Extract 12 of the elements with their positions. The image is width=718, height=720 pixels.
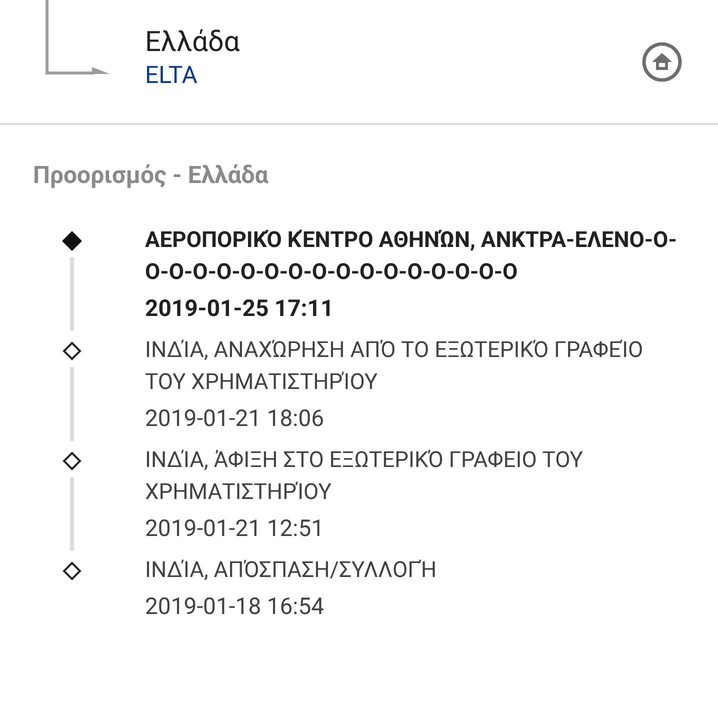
event-description: ΙΝΔΊΑ, ΑΝΑΧΏΡΗΣΗ ΑΠΌ ΤΟ ΕΞΩΤΕΡΙΚΌ ΓΡΑΦΕΊΟ ΤΟΥ ΧΡΗΜΑΤΙΣΤΗΡΊΟΥ [145,337,644,397]
event-description: ΑΕΡΟΠΟΡΙΚΌ ΚΈΝΤΡΟ ΑΘΗΝΏΝ, ΑΝΚΤΡΑ-ΕΛΕΝΟ-Ο-Ο-Ο-Ο-Ο-Ο-Ο-Ο-Ο-Ο-Ο-Ο-Ο-Ο-Ο-Ο-Ο [145,227,678,287]
section-heading: Προορισμός - Ελλάδα [33,160,268,191]
event-time: 2019-01-21 18:06 [145,404,326,434]
home-icon[interactable] [641,41,683,83]
event-time: 2019-01-21 12:51 [145,514,326,544]
event-description: ΙΝΔΊΑ, ΑΠΌΣΠΑΣΗ/ΣΥΛΛΟΓΉ [145,557,437,585]
event-description: ΙΝΔΊΑ, ΆΦΙΞΗ ΣΤΟ ΕΞΩΤΕΡΙΚΌ ΓΡΑΦΕΙΟ ΤΟΥ ΧΡΗΜΑΤΙΣΤΗΡΊΟΥ [145,447,584,507]
carrier-link[interactable]: ELTA [145,60,641,90]
event-time: 2019-01-25 17:11 [145,294,335,324]
country-name: Ελλάδα [145,24,241,60]
event-time: 2019-01-18 16:54 [145,592,326,622]
